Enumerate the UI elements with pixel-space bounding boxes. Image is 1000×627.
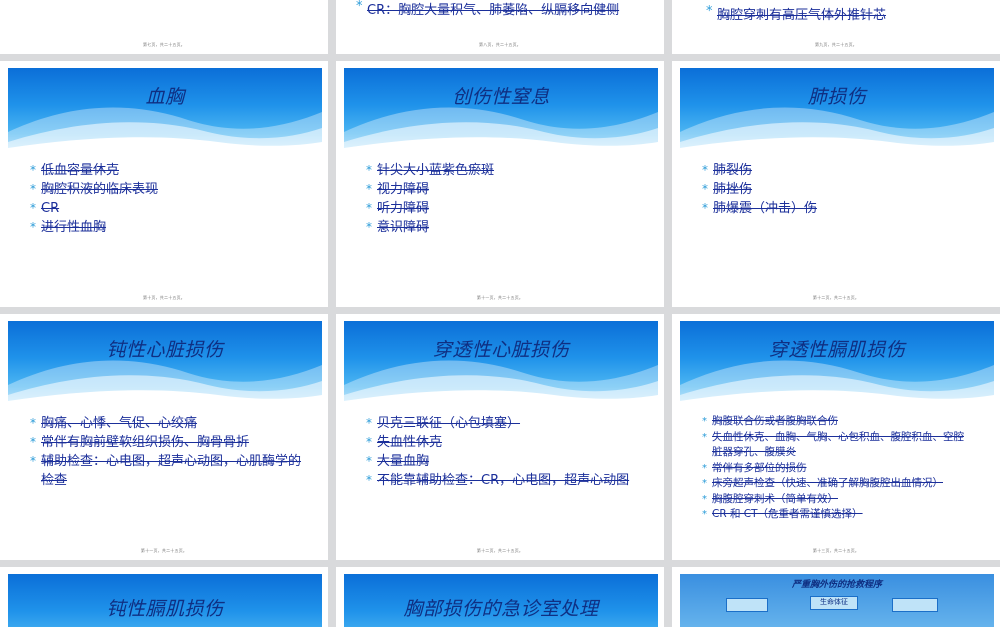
slide-thumbnail[interactable]: 钝性心脏损伤 * 胸痛、心悸、气促、心绞痛 * 常伴有胸前壁软组织损伤、胸骨骨折 * 辅助检…: [0, 314, 328, 560]
bullet-list: * 针尖大小蓝紫色瘀斑 * 视力障碍 * 听力障碍 * 意识障碍: [366, 161, 638, 237]
slide-header: 血胸: [8, 68, 322, 150]
bullet-item: * 视力障碍: [366, 182, 430, 197]
slide-footer: 第十页，共二十五页。: [143, 295, 185, 300]
slide-header: 钝性心脏损伤: [8, 321, 322, 403]
slide-thumbnail[interactable]: 创伤性窒息 * 针尖大小蓝紫色瘀斑 * 视力障碍 * 听力障碍 * 意识障碍第十一页，共二十五页…: [336, 61, 664, 307]
star-bullet-icon: *: [30, 201, 36, 215]
star-bullet-icon: *: [702, 182, 708, 196]
bullet-item: * 贝克三联征（心包填塞）: [366, 416, 521, 431]
slide-thumbnail[interactable]: * CR：胸腔大量积气、肺萎陷、纵膈移向健侧 第八页，共二十五页。: [336, 0, 664, 54]
slide-header: 创伤性窒息: [344, 68, 658, 150]
bullet-item: * 听力障碍: [366, 201, 430, 216]
slide-header: 穿透性心脏损伤: [344, 321, 658, 403]
flowchart-title: 严重胸外伤的抢救程序: [791, 580, 882, 590]
star-bullet-icon: *: [366, 454, 372, 468]
bullet-item: * CR 和 CT（危重者需谨慎选择）: [702, 507, 974, 523]
slide-footer: 第十一页，共二十五页。: [140, 548, 188, 553]
star-bullet-icon: *: [366, 163, 372, 177]
bullet-item: * 常伴有胸前壁软组织损伤、胸骨骨折: [30, 435, 250, 450]
star-bullet-icon: *: [702, 478, 707, 489]
bullet-list: * 胸痛、心悸、气促、心绞痛 * 常伴有胸前壁软组织损伤、胸骨骨折 * 辅助检查：心电图，…: [30, 414, 302, 490]
star-bullet-icon: *: [30, 435, 36, 449]
slide-title: 创伤性窒息: [452, 86, 550, 108]
bullet-item: * 针尖大小蓝紫色瘀斑: [366, 163, 495, 178]
bullet-list: * 低血容量休克 * 胸腔积液的临床表现 * CR * 进行性血胸: [30, 161, 302, 237]
bullet-list: * 胸腹联合伤或者腹胸联合伤 * 失血性休克、血胸、气胸、心包积血、腹腔积血、空腔脏器…: [702, 414, 974, 523]
bullet-item: * 胸腹联合伤或者腹胸联合伤: [702, 414, 974, 430]
slide-footer: 第十二页，共二十五页。: [476, 548, 524, 553]
bullet-item: * 失血性休克、血胸、气胸、心包积血、腹腔积血、空腔脏器穿孔、腹膜炎: [702, 430, 964, 459]
slide-title: 钝性膈肌损伤: [106, 598, 224, 620]
slide-footer: 第十一页，共二十五页。: [476, 295, 524, 300]
slide-footer: 第八页，共二十五页。: [479, 42, 521, 47]
slide-footer: 第七页，共二十五页。: [143, 42, 185, 47]
star-bullet-icon: *: [30, 163, 36, 177]
slide-thumbnail[interactable]: 第七页，共二十五页。: [0, 0, 328, 54]
star-bullet-icon: *: [702, 163, 708, 177]
slide-title: 血胸: [145, 86, 185, 108]
slide-header: 钝性膈肌损伤: [8, 574, 322, 627]
star-bullet-icon: *: [702, 509, 707, 520]
bullet-list: * 贝克三联征（心包填塞） * 失血性休克 * 大量血胸 * 不能靠辅助检查：CR，心电图，超…: [366, 414, 638, 490]
slide-footer: 第十三页，共二十五页。: [812, 548, 860, 553]
bullet-item: * 进行性血胸: [30, 220, 107, 235]
slide-title: 穿透性膈肌损伤: [768, 339, 906, 361]
slide-title: 肺损伤: [807, 86, 867, 108]
flowchart-box: [892, 598, 938, 612]
slide-footer: 第九页，共二十五页。: [815, 42, 857, 47]
slide-thumbnail[interactable]: 穿透性膈肌损伤 * 胸腹联合伤或者腹胸联合伤 * 失血性休克、血胸、气胸、心包积血、腹腔…: [672, 314, 1000, 560]
slide-thumbnail[interactable]: 肺损伤 * 肺裂伤 * 肺挫伤 * 肺爆震（冲击）伤第十二页，共二十五页。: [672, 61, 1000, 307]
slide-title: 钝性心脏损伤: [106, 339, 224, 361]
slide-thumbnail[interactable]: 血胸 * 低血容量休克 * 胸腔积液的临床表现 * CR * 进行性血胸第十页，共二十五页。: [0, 61, 328, 307]
slide-header: 胸部损伤的急诊室处理: [344, 574, 658, 627]
flowchart-box: [726, 598, 768, 612]
slide-header: 肺损伤: [680, 68, 994, 150]
star-bullet-icon: *: [366, 182, 372, 196]
bullet-item: * 低血容量休克: [30, 163, 120, 178]
star-bullet-icon: *: [30, 416, 36, 430]
slide-title: 胸部损伤的急诊室处理: [403, 598, 599, 620]
slide-header: 穿透性膈肌损伤: [680, 321, 994, 403]
slide-footer: 第十二页，共二十五页。: [812, 295, 860, 300]
star-bullet-icon: *: [702, 462, 707, 474]
bullet-list: * 肺裂伤 * 肺挫伤 * 肺爆震（冲击）伤: [702, 161, 974, 218]
flowchart-box: 生命体征: [810, 596, 858, 610]
bullet-item: * 失血性休克: [366, 435, 443, 450]
slide-thumbnail[interactable]: 严重胸外伤的抢救程序 生命体征: [672, 567, 1000, 627]
bullet-item: * 常伴有多部位的损伤: [702, 461, 974, 477]
star-bullet-icon: *: [30, 454, 36, 468]
star-bullet-icon: *: [702, 416, 707, 427]
star-bullet-icon: *: [702, 493, 707, 505]
star-bullet-icon: *: [366, 201, 372, 215]
slide-title: 穿透性心脏损伤: [432, 339, 570, 361]
slide-thumbnail[interactable]: 胸部损伤的急诊室处理: [336, 567, 664, 627]
slide-header: 严重胸外伤的抢救程序 生命体征: [680, 574, 994, 627]
bullet-item: * 胸痛、心悸、气促、心绞痛: [30, 416, 198, 431]
bullet-item: * 床旁超声检查（快速、准确了解胸腹腔出血情况）: [702, 476, 974, 492]
bullet-item: * 意识障碍: [366, 220, 430, 235]
slide-bullet: * 胸腔穿刺有高压气体外推针芯: [706, 4, 887, 23]
star-bullet-icon: *: [30, 220, 36, 234]
bullet-item: * 胸腹腔穿刺术（简单有效）: [702, 492, 974, 508]
star-bullet-icon: *: [366, 220, 372, 234]
star-bullet-icon: *: [702, 201, 708, 215]
star-bullet-icon: *: [702, 431, 707, 443]
bullet-item: * 胸腔积液的临床表现: [30, 182, 159, 197]
bullet-item: * 大量血胸: [366, 454, 430, 469]
star-bullet-icon: *: [30, 182, 36, 196]
star-bullet-icon: *: [366, 416, 372, 430]
bullet-item: * CR: [30, 201, 60, 216]
bullet-item: * 辅助检查：心电图，超声心动图，心肌酶学的检查: [30, 454, 302, 488]
star-bullet-icon: *: [366, 435, 372, 449]
slide-bullet: * CR：胸腔大量积气、肺萎陷、纵膈移向健侧: [356, 0, 620, 18]
bullet-item: * 不能靠辅助检查：CR，心电图，超声心动图: [366, 473, 630, 488]
slide-thumbnail[interactable]: 钝性膈肌损伤: [0, 567, 328, 627]
star-bullet-icon: *: [366, 473, 372, 487]
slide-thumbnail[interactable]: 穿透性心脏损伤 * 贝克三联征（心包填塞） * 失血性休克 * 大量血胸 * 不能靠辅助检查：C…: [336, 314, 664, 560]
bullet-item: * 肺爆震（冲击）伤: [702, 201, 818, 216]
bullet-item: * 肺挫伤: [702, 182, 753, 197]
bullet-item: * 肺裂伤: [702, 163, 753, 178]
slide-thumbnail[interactable]: * *胸腔穿刺有高压气体外推针芯 第九页，共二十五页。: [672, 0, 1000, 54]
